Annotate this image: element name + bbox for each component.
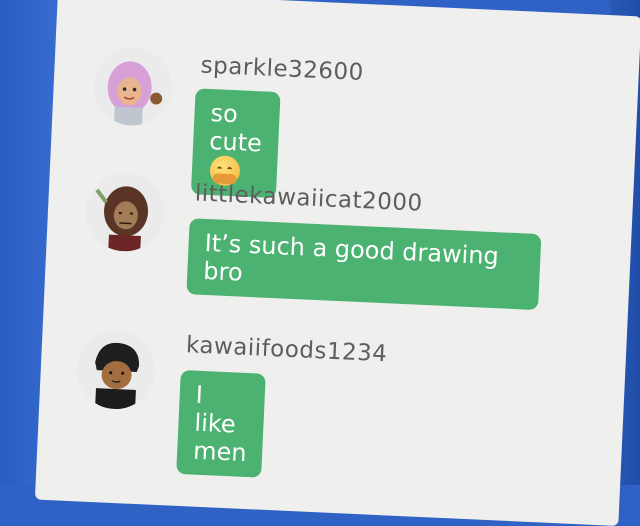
avatar-pink-hair-icon [91,45,174,128]
username[interactable]: littlekawaiicat2000 [194,180,423,216]
avatar[interactable] [84,171,166,253]
message-bubble: It’s such a good drawing bro [186,218,542,311]
message-bubble: I like men [176,369,267,478]
message-text: so cute [208,99,263,158]
avatar[interactable] [91,45,174,128]
chat-panel[interactable]: sparkle32600 so cute littlekawaiicat2000… [34,0,640,526]
username[interactable]: kawaiifoods1234 [185,332,388,367]
avatar-brown-hair-icon [84,171,166,253]
avatar-black-hair-icon [75,329,157,411]
message-text: I like men [192,380,248,468]
message-text: It’s such a good drawing bro [202,228,500,287]
avatar[interactable] [75,329,157,411]
username[interactable]: sparkle32600 [200,53,364,86]
